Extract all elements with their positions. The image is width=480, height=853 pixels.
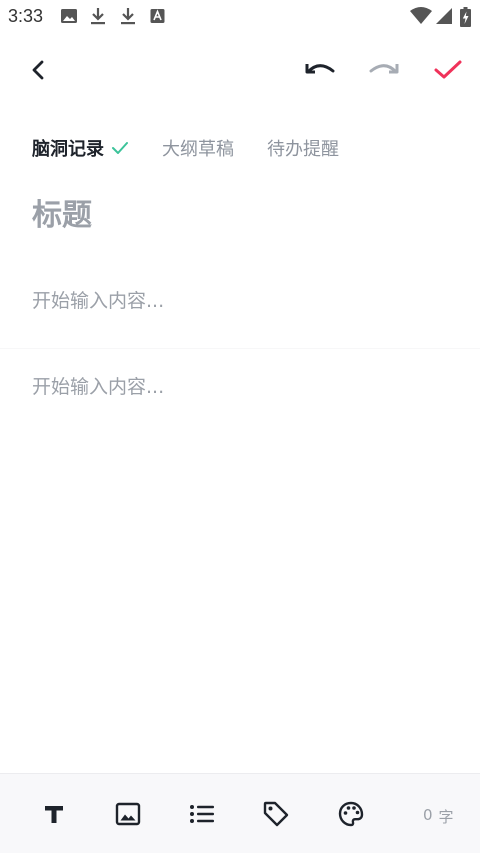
tab-label: 大纲草稿: [162, 139, 234, 160]
content-input[interactable]: 开始输入内容...: [32, 372, 452, 399]
a-badge-icon: [150, 9, 165, 23]
download-icon: [91, 8, 105, 25]
checkmark-icon: [434, 60, 462, 79]
image-icon: [61, 9, 77, 23]
list-icon: [190, 805, 214, 823]
tab-brainstorm[interactable]: 脑洞记录: [32, 135, 129, 161]
title-input[interactable]: 标题: [32, 190, 452, 234]
insert-image-button[interactable]: [114, 800, 142, 828]
undo-icon: [305, 64, 335, 74]
word-count-unit: 字: [438, 808, 454, 826]
redo-icon: [369, 64, 399, 74]
text-format-icon: [45, 806, 63, 823]
back-arrow-icon: [32, 60, 44, 80]
tab-todo-reminder[interactable]: 待办提醒: [267, 135, 339, 161]
note-editor-screen: 3:33 脑洞记录 大纲草稿 待办提醒 标题 开始输入内容... 开始输入内容.…: [0, 0, 480, 853]
tag-button[interactable]: [262, 800, 290, 828]
tag-icon: [263, 801, 289, 827]
section-divider: [0, 348, 480, 349]
download-icon: [121, 8, 135, 25]
tab-label: 脑洞记录: [32, 139, 104, 160]
back-button[interactable]: [22, 54, 54, 86]
bottom-toolbar: 0 字: [0, 773, 480, 853]
battery-charging-icon: [460, 7, 471, 27]
note-type-tabs: 脑洞记录 大纲草稿 待办提醒: [32, 134, 372, 162]
active-check-icon: [112, 142, 128, 154]
signal-icon: [436, 8, 452, 24]
status-bar: 3:33: [0, 0, 480, 32]
content-input[interactable]: 开始输入内容...: [32, 286, 452, 313]
redo-button[interactable]: [366, 54, 402, 86]
status-time: 3:33: [8, 6, 44, 26]
done-button[interactable]: [430, 54, 466, 86]
tab-outline-draft[interactable]: 大纲草稿: [162, 135, 234, 161]
tab-label: 待办提醒: [267, 139, 339, 160]
palette-icon: [338, 801, 364, 827]
image-icon: [115, 802, 141, 826]
list-button[interactable]: [188, 800, 216, 828]
word-count-value: 0: [423, 806, 433, 824]
undo-button[interactable]: [302, 54, 338, 86]
color-palette-button[interactable]: [337, 800, 365, 828]
word-count: 0 字: [423, 806, 454, 827]
wifi-icon: [410, 7, 432, 24]
text-format-button[interactable]: [40, 800, 68, 828]
